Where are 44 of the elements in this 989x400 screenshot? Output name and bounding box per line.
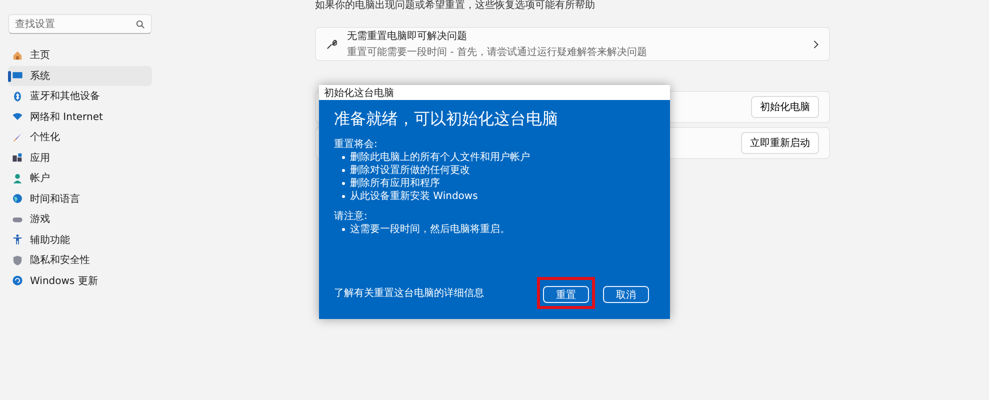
dialog-heading: 准备就绪，可以初始化这台电脑 [334, 109, 559, 130]
card-title: 无需重置电脑即可解决问题 [347, 30, 468, 43]
dialog-button[interactable]: 取消 [603, 286, 649, 303]
bullet-text: 删除此电脑上的所有个人文件和用户帐户 [350, 151, 530, 164]
apps-icon [12, 152, 23, 164]
wrench-icon [326, 38, 337, 50]
sidebar-item[interactable]: Windows 更新 [8, 270, 152, 291]
option-button[interactable]: 立即重新启动 [741, 132, 819, 154]
monitor-icon [12, 70, 23, 82]
bullet-text: 删除对设置所做的任何更改 [350, 164, 470, 177]
sidebar-item[interactable]: 应用 [8, 148, 152, 168]
bullet-text: 这需要一段时间，然后电脑将重启。 [350, 223, 510, 236]
section-label: 请注意: [334, 210, 368, 223]
home-icon [12, 50, 23, 61]
bluetooth-icon [12, 90, 23, 102]
wifi-icon [12, 111, 23, 122]
section-label: 重置将会: [334, 138, 378, 151]
update-icon [12, 275, 23, 286]
search-icon [136, 20, 145, 28]
card-subtitle: 重置可能需要一段时间 - 首先，请尝试通过运行疑难解答来解决问题 [347, 46, 648, 59]
sidebar-item[interactable]: 时间和语言 [8, 188, 152, 209]
bullet-text: 从此设备重新安装 Windows [350, 190, 478, 203]
sidebar-item[interactable]: 帐户 [8, 168, 152, 188]
accessibility-icon [12, 234, 23, 246]
sidebar-item[interactable]: 辅助功能 [8, 230, 152, 250]
sidebar-item[interactable]: 主页 [8, 45, 152, 66]
sidebar-item[interactable]: 隐私和安全性 [8, 250, 152, 270]
dialog-title: 初始化这台电脑 [319, 85, 670, 100]
person-icon [12, 172, 23, 184]
sidebar-item[interactable]: 蓝牙和其他设备 [8, 86, 152, 106]
sidebar-item[interactable]: 网络和 Internet [8, 106, 152, 127]
sidebar-item[interactable]: 个性化 [8, 127, 152, 148]
chevron-icon [813, 40, 819, 48]
details-link[interactable]: 了解有关重置这台电脑的详细信息 [334, 286, 529, 300]
troubleshoot-card[interactable]: 无需重置电脑即可解决问题 重置可能需要一段时间 - 首先，请尝试通过运行疑难解答来解决问题 [315, 27, 830, 61]
sidebar-item[interactable]: 系统 [8, 66, 152, 86]
sidebar-item[interactable]: 游戏 [8, 209, 152, 230]
bullet-text: 删除所有应用和程序 [350, 177, 440, 190]
search-field[interactable]: 查找设置 [8, 14, 152, 34]
globe-icon [12, 193, 23, 204]
option-button[interactable]: 初始化电脑 [751, 96, 819, 118]
dialog-button[interactable]: 重置 [543, 286, 589, 303]
brush-icon [12, 132, 23, 143]
shield-icon [12, 254, 23, 266]
